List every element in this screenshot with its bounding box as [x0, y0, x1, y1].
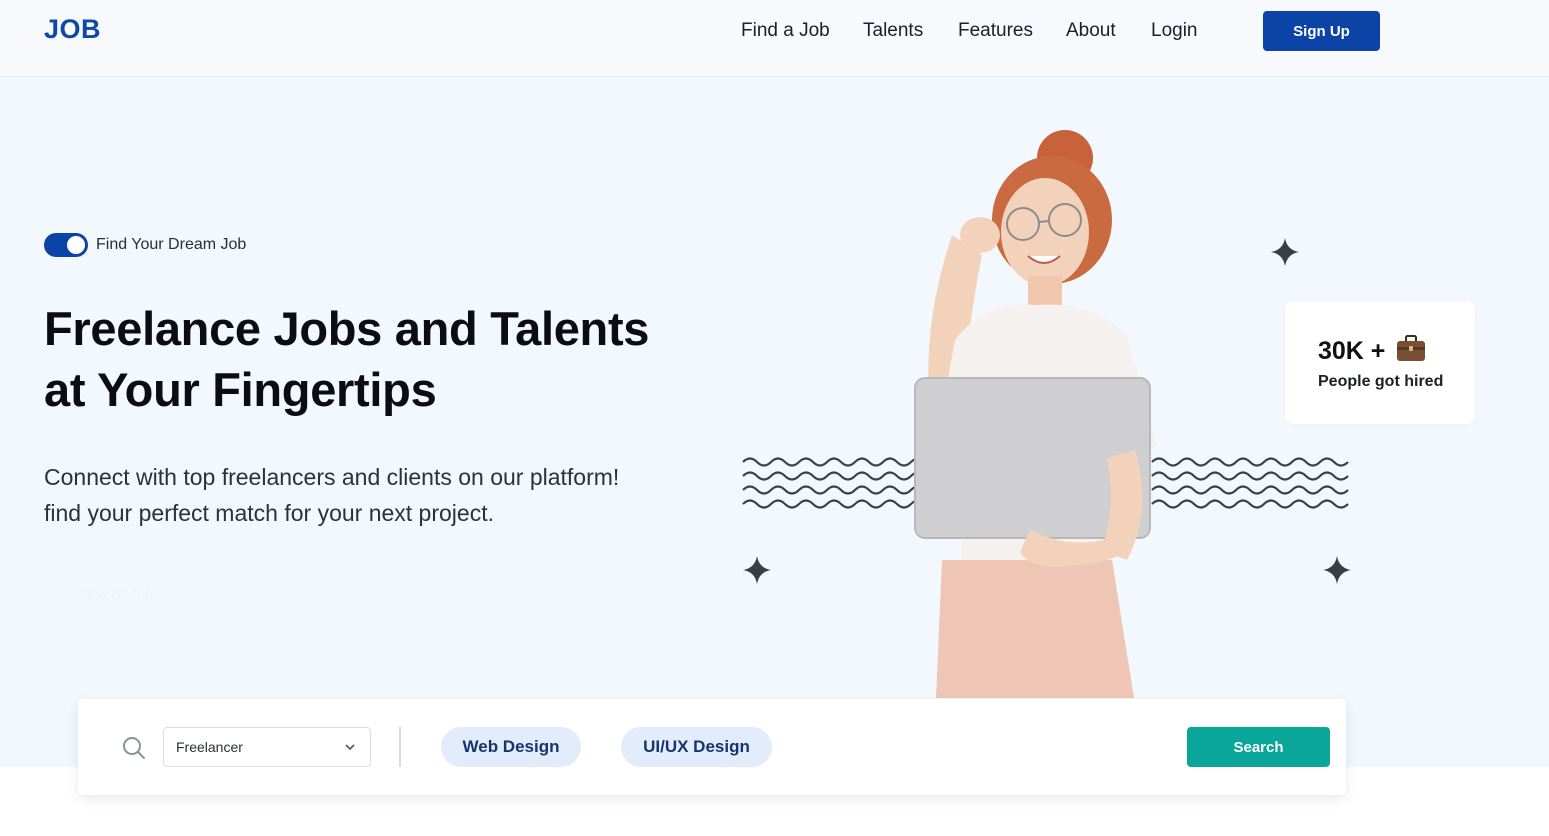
view-jobs-button[interactable]: View All Jobs: [44, 574, 194, 612]
search-icon: [123, 737, 145, 759]
nav-login[interactable]: Login: [1151, 20, 1198, 42]
category-select[interactable]: Freelancer: [163, 727, 371, 767]
subtext-line-1: Connect with top freelancers and clients…: [44, 464, 620, 490]
sparkle-icon: [1323, 556, 1351, 584]
sparkle-icon: [1271, 238, 1299, 266]
stat-value: 30K +: [1318, 337, 1386, 365]
nav-talents[interactable]: Talents: [863, 20, 923, 42]
hero-subtext: Connect with top freelancers and clients…: [44, 459, 744, 531]
signup-button[interactable]: Sign Up: [1263, 11, 1380, 51]
search-button[interactable]: Search: [1187, 727, 1330, 767]
chip-web-design[interactable]: Web Design: [441, 727, 581, 767]
chevron-down-icon: [345, 744, 355, 751]
navbar: JOB Find a Job Talents Features About Lo…: [0, 0, 1549, 77]
dream-job-toggle[interactable]: [44, 233, 88, 257]
toggle-label: Find Your Dream Job: [96, 236, 247, 253]
hero-headline: Freelance Jobs and Talents at Your Finge…: [44, 298, 744, 420]
search-bar: Freelancer Web Design UI/UX Design Searc…: [78, 699, 1346, 795]
logo[interactable]: JOB: [44, 14, 101, 45]
hired-stat-card: 30K + People got hired: [1285, 301, 1475, 424]
headline-line-1: Freelance Jobs and Talents: [44, 302, 650, 355]
nav-find-a-job[interactable]: Find a Job: [741, 20, 830, 42]
headline-line-2: at Your Fingertips: [44, 363, 437, 416]
briefcase-icon: [1397, 335, 1425, 361]
subtext-line-2: find your perfect match for your next pr…: [44, 500, 494, 526]
select-value: Freelancer: [176, 739, 243, 755]
stat-label: People got hired: [1318, 373, 1444, 390]
search-divider: [399, 727, 401, 767]
woman-with-laptop-image: [914, 130, 1157, 698]
toggle-knob: [67, 236, 85, 254]
sparkle-icon: [743, 556, 771, 584]
nav-features[interactable]: Features: [958, 20, 1033, 42]
nav-about[interactable]: About: [1066, 20, 1116, 42]
chip-uiux-design[interactable]: UI/UX Design: [621, 727, 772, 767]
